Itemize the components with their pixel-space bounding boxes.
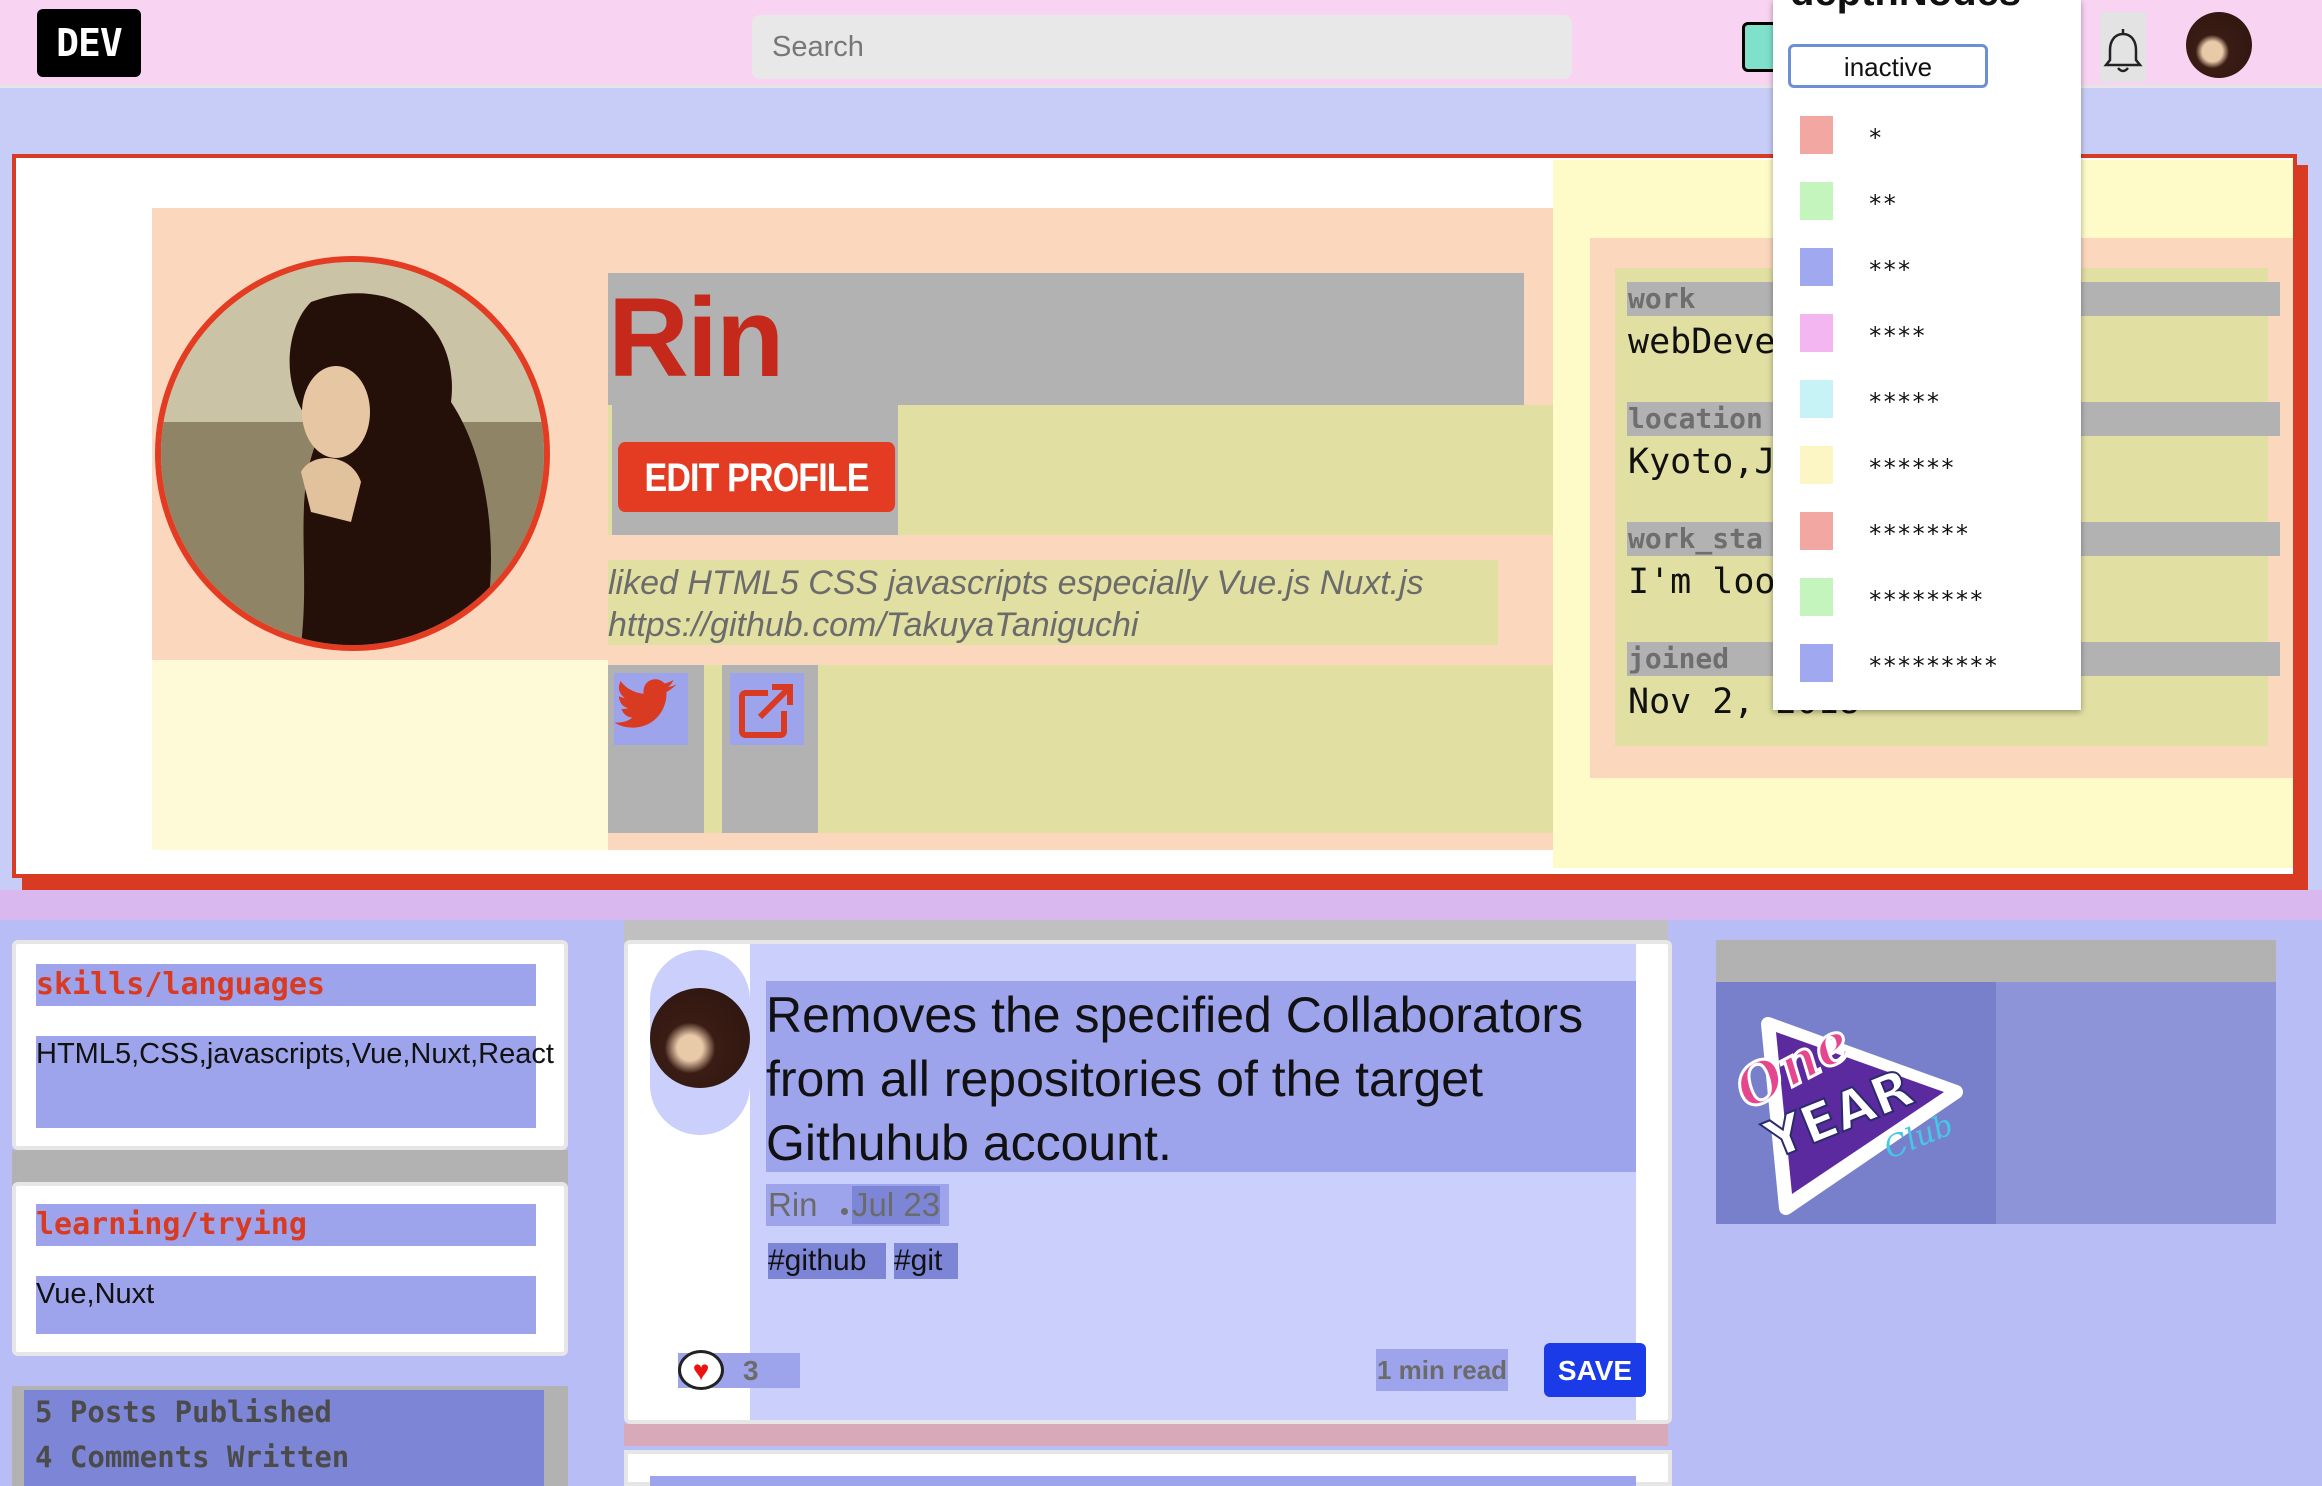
detail-label-work: work: [1628, 282, 1696, 315]
depth-color-swatch: [1800, 446, 1833, 484]
twitter-icon: [614, 679, 677, 728]
depth-level-label: **: [1868, 190, 1897, 218]
search-input[interactable]: [752, 15, 1572, 79]
depth-toggle-button[interactable]: inactive: [1788, 44, 1988, 88]
edit-profile-button[interactable]: EDIT PROFILE: [618, 442, 896, 512]
depth-level-label: *: [1868, 124, 1883, 152]
article-title[interactable]: Removes the specified Collaborators from…: [766, 983, 1646, 1175]
badge-header: [1716, 940, 2276, 982]
profile-name: Rin: [608, 275, 784, 400]
detail-label-joined: joined: [1628, 642, 1730, 675]
depth-color-swatch: [1800, 248, 1833, 286]
depth-level-label: *******: [1868, 520, 1970, 548]
skills-body: HTML5,CSS,javascripts,Vue,Nuxt,React: [36, 1038, 554, 1070]
user-avatar[interactable]: [2186, 12, 2252, 78]
reactions-count: 3: [743, 1355, 759, 1386]
depth-color-swatch: [1800, 578, 1833, 616]
profile-photo: [155, 256, 550, 651]
detail-value-location: Kyoto,J: [1628, 442, 1776, 482]
article-bottom-bar: [624, 1424, 1668, 1446]
notifications-button[interactable]: [2100, 12, 2146, 82]
depth-color-swatch: [1800, 380, 1833, 418]
depth-level-label: ***: [1868, 256, 1912, 284]
stat-comments: 4 Comments Written: [35, 1440, 350, 1474]
learning-body: Vue,Nuxt: [36, 1278, 155, 1310]
external-link-icon: [739, 684, 793, 738]
depth-level-label: *****: [1868, 388, 1941, 416]
depth-level-label: ****: [1868, 322, 1926, 350]
article-top-bar: [624, 920, 1668, 942]
article-author-avatar[interactable]: [650, 988, 750, 1088]
twitter-link[interactable]: [614, 673, 688, 745]
detail-value-work: webDeve: [1628, 322, 1776, 362]
one-year-club-icon: One YEAR Club: [1723, 1007, 1963, 1215]
one-year-club-badge[interactable]: One YEAR Club: [1716, 982, 1996, 1224]
save-button[interactable]: SAVE: [1544, 1343, 1646, 1397]
article-author[interactable]: Rin: [768, 1186, 818, 1224]
stat-posts: 5 Posts Published: [35, 1395, 332, 1429]
depth-color-swatch: [1800, 182, 1833, 220]
read-time: 1 min read: [1377, 1355, 1508, 1385]
learning-title: learning/trying: [36, 1207, 307, 1242]
skills-title: skills/languages: [36, 967, 325, 1002]
detail-label-work-status: work_sta: [1628, 522, 1763, 555]
detail-value-work-status: I'm loo: [1628, 562, 1776, 602]
tag-github[interactable]: #github: [768, 1243, 886, 1279]
bell-icon: [2103, 29, 2143, 73]
depth-color-swatch: [1800, 314, 1833, 352]
detail-label-location: location: [1628, 402, 1763, 435]
article-card-2-inner: [650, 1476, 1636, 1486]
depth-level-label: *********: [1868, 652, 1999, 680]
card-gap: [12, 1150, 568, 1186]
dev-logo[interactable]: DEV: [37, 9, 141, 77]
depth-level-label: ******: [1868, 454, 1955, 482]
depth-color-swatch: [1800, 512, 1833, 550]
article-date: Jul 23: [852, 1186, 941, 1224]
website-link[interactable]: [730, 673, 804, 745]
depth-color-swatch: [1800, 644, 1833, 682]
depth-level-label: ********: [1868, 586, 1984, 614]
depth-color-swatch: [1800, 116, 1833, 154]
tag-git[interactable]: #git: [894, 1243, 958, 1279]
heart-icon[interactable]: ♥: [678, 1350, 724, 1390]
profile-bio: liked HTML5 CSS javascripts especially V…: [608, 564, 1424, 644]
depth-nodes-title: depthNodes: [1790, 0, 2021, 15]
